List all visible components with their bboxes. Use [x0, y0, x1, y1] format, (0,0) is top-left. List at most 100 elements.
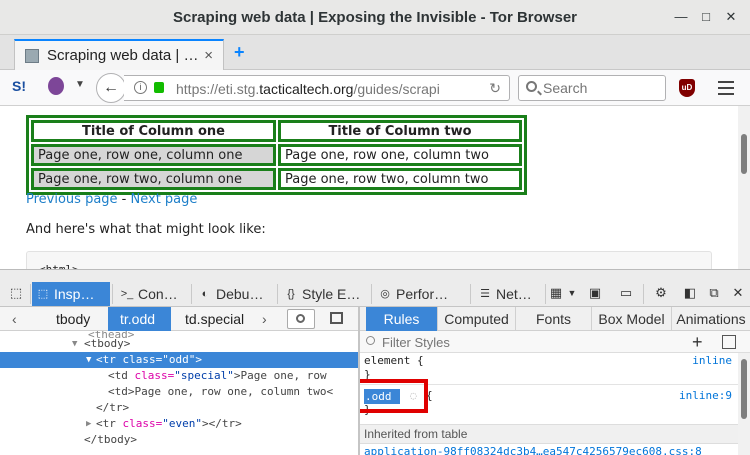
- tab-performance[interactable]: ◎ Perfor…: [374, 282, 466, 306]
- markup-node-tr-even[interactable]: ▶ <tr class="even"></tr>: [0, 416, 358, 432]
- collapsed-twisty-icon[interactable]: ▶: [86, 416, 91, 432]
- table-cell: Page one, row one, column two: [278, 144, 522, 166]
- sidebar-tabs: Rules Computed Fonts Box Model Animation…: [360, 307, 750, 331]
- performance-icon: ◎: [380, 288, 390, 300]
- reload-icon[interactable]: ↻: [489, 80, 501, 97]
- window-titlebar: Scraping web data | Exposing the Invisib…: [0, 0, 750, 35]
- back-button[interactable]: ←: [96, 73, 126, 103]
- close-devtools-icon[interactable]: ✕: [730, 285, 746, 301]
- toolbar-separator: [643, 284, 644, 304]
- breadcrumb: ‹ tbody tr.odd td.special ›: [0, 307, 358, 331]
- toolbar-separator: [545, 284, 546, 304]
- tab-animations[interactable]: Animations: [672, 307, 750, 331]
- filter-styles-bar: +: [360, 331, 750, 353]
- responsive-design-icon[interactable]: ▣: [587, 285, 603, 301]
- toggle-classes-icon[interactable]: [722, 335, 736, 349]
- rules-scrollbar[interactable]: [738, 353, 750, 455]
- markup-node-tr-odd[interactable]: ▼ <tr class="odd">: [0, 352, 358, 368]
- new-tab-button[interactable]: +: [234, 42, 245, 63]
- tor-onion-icon[interactable]: [48, 77, 64, 95]
- pagination: Previous page - Next page: [26, 192, 197, 207]
- tab-close-icon[interactable]: ×: [204, 47, 213, 64]
- rule-selector[interactable]: element {: [364, 353, 424, 369]
- breadcrumb-item-td-special[interactable]: td.special: [185, 307, 244, 331]
- tab-inspector[interactable]: ⬚ Insp…: [32, 282, 110, 306]
- breadcrumb-item-tbody[interactable]: tbody: [56, 307, 90, 331]
- maximize-icon[interactable]: □: [697, 8, 715, 26]
- chevron-down-icon[interactable]: ▼: [75, 79, 85, 90]
- ublock-icon[interactable]: uD: [679, 79, 695, 97]
- tab-rules[interactable]: Rules: [366, 307, 438, 331]
- scrollbar-thumb[interactable]: [741, 134, 747, 174]
- table-row: Page one, row two, column one Page one, …: [31, 168, 522, 190]
- table-cell: Page one, row two, column two: [278, 168, 522, 190]
- markup-search-button[interactable]: [287, 309, 315, 329]
- markup-view: <thead> ▼ <tbody> ▼ <tr class="odd"> <td c…: [0, 331, 358, 455]
- url-bar[interactable]: i https://eti.stg.tacticaltech.org/guide…: [124, 75, 510, 101]
- search-icon: [296, 314, 305, 323]
- tab-style-editor[interactable]: {} Style E…: [280, 282, 370, 306]
- code-block: <html>: [26, 251, 712, 269]
- expanded-twisty-icon[interactable]: ▼: [72, 336, 77, 352]
- markup-node-tbody-close[interactable]: </tbody>: [0, 432, 358, 448]
- network-icon: ☰: [480, 288, 490, 300]
- console-icon: >_: [120, 288, 134, 300]
- add-rule-icon[interactable]: +: [692, 331, 703, 353]
- table-header-cell: Title of Column two: [278, 120, 522, 142]
- search-icon: [366, 336, 375, 345]
- expanded-twisty-icon[interactable]: ▼: [86, 352, 91, 368]
- toolbar-separator: [30, 284, 31, 304]
- search-bar[interactable]: [518, 75, 666, 101]
- separate-window-icon[interactable]: ⧉: [706, 285, 722, 301]
- gear-icon[interactable]: ⚙: [653, 285, 669, 301]
- close-window-icon[interactable]: ✕: [722, 8, 740, 26]
- markup-node-td-special[interactable]: <td class="special">Page one, row: [0, 368, 358, 384]
- hamburger-menu-icon[interactable]: [718, 81, 734, 95]
- navigation-bar: S! ▼ ← i https://eti.stg.tacticaltech.or…: [0, 70, 750, 106]
- tab-debugger[interactable]: ◐ Debu…: [194, 282, 276, 306]
- element-picker-icon[interactable]: ⬚: [8, 285, 24, 301]
- screenshot-icon[interactable]: ▭: [618, 285, 634, 301]
- inherited-header: Inherited from table: [360, 424, 738, 444]
- rule-source-link[interactable]: inline: [692, 353, 732, 369]
- info-icon[interactable]: i: [134, 81, 147, 94]
- devtools-toolbar: ⬚ ⬚ Insp… >_ Con… ◐ Debu… {} Style E… ◎ Perfo…: [0, 269, 750, 307]
- breadcrumb-item-tr-odd[interactable]: tr.odd: [108, 307, 172, 331]
- next-page-link[interactable]: Next page: [131, 192, 198, 207]
- chevron-down-icon[interactable]: ▼: [564, 285, 580, 301]
- toolbar-separator: [371, 284, 372, 304]
- dock-side-icon[interactable]: ◧: [682, 285, 698, 301]
- browser-tab[interactable]: Scraping web data | … ×: [14, 39, 224, 71]
- tab-network[interactable]: ☰ Net…: [474, 282, 544, 306]
- paragraph: And here's what that might look like:: [26, 222, 266, 237]
- stylesheet-source-link[interactable]: application-98ff08324dc3b4…ea547c4256579…: [364, 445, 702, 455]
- page-scrollbar[interactable]: [738, 106, 750, 269]
- chevron-right-icon[interactable]: ›: [262, 307, 267, 331]
- markup-node-tbody[interactable]: ▼ <tbody>: [0, 336, 358, 352]
- minimize-icon[interactable]: —: [672, 8, 690, 26]
- debugger-icon: ◐: [201, 288, 209, 300]
- search-input[interactable]: [543, 79, 661, 97]
- tab-fonts[interactable]: Fonts: [516, 307, 592, 331]
- scrollbar-thumb[interactable]: [741, 359, 747, 419]
- noscript-icon[interactable]: S!: [12, 78, 26, 94]
- markup-node-tr-close[interactable]: </tr>: [0, 400, 358, 416]
- tab-box-model[interactable]: Box Model: [592, 307, 672, 331]
- rules-view: element { inline } .odd ◌ { inline:9 } I…: [360, 353, 738, 455]
- toggle-sidebar-icon[interactable]: [330, 312, 343, 324]
- rule-source-link[interactable]: inline:9: [679, 388, 732, 404]
- markup-node-td[interactable]: <td>Page one, row one, column two<: [0, 384, 358, 400]
- chevron-left-icon[interactable]: ‹: [12, 307, 17, 331]
- toolbar-separator: [470, 284, 471, 304]
- table-row: Page one, row one, column one Page one, …: [31, 144, 522, 166]
- table-cell: Page one, row two, column one: [31, 168, 276, 190]
- tab-console[interactable]: >_ Con…: [116, 282, 191, 306]
- tab-computed[interactable]: Computed: [438, 307, 516, 331]
- filter-styles-input[interactable]: [382, 333, 682, 351]
- favicon-icon: [25, 49, 39, 63]
- previous-page-link[interactable]: Previous page: [26, 192, 118, 207]
- lock-icon[interactable]: [154, 82, 164, 93]
- url-text[interactable]: https://eti.stg.tacticaltech.org/guides/…: [176, 81, 440, 97]
- more-tools-icon[interactable]: ▦: [548, 285, 564, 301]
- annotation-highlight-box: [360, 379, 428, 413]
